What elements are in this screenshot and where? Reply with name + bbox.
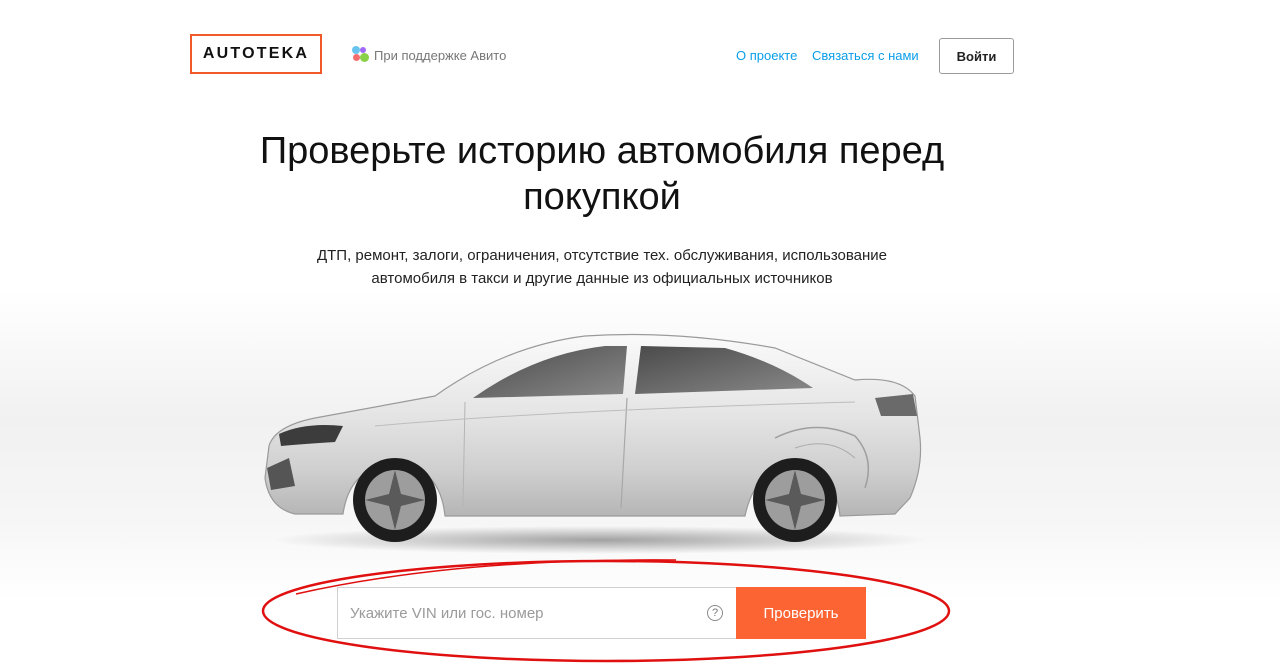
landing-page: AUTOTEKA При поддержке Авито О проекте С… — [0, 0, 1280, 668]
vin-search-form: ? Проверить — [337, 587, 866, 639]
support-text: При поддержке Авито — [374, 47, 507, 63]
login-button[interactable]: Войти — [939, 38, 1014, 74]
help-icon[interactable]: ? — [707, 605, 723, 621]
page-title: Проверьте историю автомобиля перед покуп… — [259, 130, 945, 218]
avito-logo-icon — [352, 46, 372, 64]
search-field: ? — [337, 587, 736, 639]
nav-contact-link[interactable]: Связаться с нами — [812, 48, 919, 63]
nav-about-link[interactable]: О проекте — [736, 48, 797, 63]
avito-support: При поддержке Авито — [352, 46, 506, 64]
vin-search-input[interactable] — [338, 588, 698, 638]
car-image — [264, 333, 930, 554]
page-subtitle: ДТП, ремонт, залоги, ограничения, отсутс… — [316, 247, 888, 287]
check-button[interactable]: Проверить — [736, 587, 866, 639]
autoteka-logo[interactable]: AUTOTEKA — [190, 34, 322, 74]
